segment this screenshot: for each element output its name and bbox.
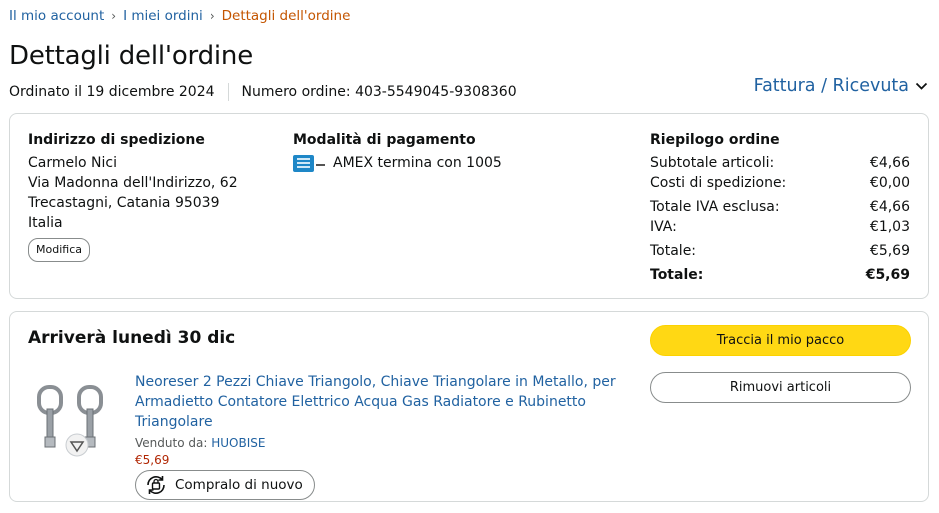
payment-heading: Modalità di pagamento <box>293 132 476 148</box>
summary-row-grand-total: Totale: €5,69 <box>650 265 910 285</box>
summary-row-subtotal: Subtotale articoli: €4,66 <box>650 153 910 173</box>
breadcrumb-my-account[interactable]: Il mio account <box>9 8 104 24</box>
payment-card-row: AMEX termina con 1005 <box>293 153 502 173</box>
track-package-button[interactable]: Traccia il mio pacco <box>650 325 911 356</box>
chevron-down-icon <box>915 82 928 91</box>
amex-card-icon <box>293 154 314 172</box>
shipping-address: Indirizzo di spedizione Carmelo Nici Via… <box>28 130 238 262</box>
order-number: Numero ordine: 403-5549045-9308360 <box>241 84 517 100</box>
summary-label: Costi di spedizione: <box>650 175 787 191</box>
card-decoration <box>316 164 325 168</box>
summary-row-vat: IVA: €1,03 <box>650 217 910 237</box>
product-title-link[interactable]: Neoreser 2 Pezzi Chiave Triangolo, Chiav… <box>135 372 635 432</box>
seller-link[interactable]: HUOBISE <box>211 436 265 450</box>
product-image[interactable] <box>35 379 120 464</box>
summary-label: Totale IVA esclusa: <box>650 199 780 215</box>
shipment-card: Arriverà lunedì 30 dic Traccia il mio pa… <box>9 311 929 502</box>
order-totals: Riepilogo ordine Subtotale articoli: €4,… <box>650 130 910 285</box>
order-meta: Ordinato il 19 dicembre 2024 Numero ordi… <box>9 82 517 102</box>
summary-value: €4,66 <box>869 155 910 171</box>
buy-again-button[interactable]: Compralo di nuovo <box>135 470 315 500</box>
summary-row-total: Totale: €5,69 <box>650 241 910 261</box>
summary-label: Totale: <box>650 243 697 259</box>
payment-card-text: AMEX termina con 1005 <box>333 155 502 171</box>
summary-row-net-total: Totale IVA esclusa: €4,66 <box>650 197 910 217</box>
breadcrumb-current: Dettagli dell'ordine <box>221 8 351 24</box>
shipping-name: Carmelo Nici <box>28 155 117 171</box>
buy-again-label: Compralo di nuovo <box>175 477 303 493</box>
order-date: Ordinato il 19 dicembre 2024 <box>9 84 215 100</box>
arrival-date: Arriverà lunedì 30 dic <box>28 328 236 348</box>
summary-label: IVA: <box>650 219 677 235</box>
summary-label: Totale: <box>650 267 704 283</box>
rebuy-icon <box>144 473 168 497</box>
sold-by: Venduto da: HUOBISE <box>135 436 635 450</box>
summary-value: €1,03 <box>869 219 910 235</box>
invoice-label: Fattura / Ricevuta <box>753 76 909 96</box>
product-info: Neoreser 2 Pezzi Chiave Triangolo, Chiav… <box>135 372 635 501</box>
summary-row-shipping: Costi di spedizione: €0,00 <box>650 173 910 193</box>
summary-value: €5,69 <box>869 243 910 259</box>
breadcrumb-separator: › <box>111 9 117 23</box>
summary-value: €4,66 <box>869 199 910 215</box>
breadcrumb: Il mio account › I miei ordini › Dettagl… <box>9 8 350 24</box>
summary-value: €5,69 <box>865 267 910 283</box>
modify-address-button[interactable]: Modifica <box>28 238 90 262</box>
payment-method: Modalità di pagamento AMEX termina con 1… <box>293 130 502 173</box>
product-price: €5,69 <box>135 453 170 467</box>
remove-items-button[interactable]: Rimuovi articoli <box>650 372 911 403</box>
shipping-country: Italia <box>28 215 63 231</box>
shipping-heading: Indirizzo di spedizione <box>28 132 205 148</box>
breadcrumb-my-orders[interactable]: I miei ordini <box>123 8 203 24</box>
meta-divider <box>227 83 229 101</box>
order-summary-card: Indirizzo di spedizione Carmelo Nici Via… <box>9 113 929 299</box>
summary-value: €0,00 <box>869 175 910 191</box>
page-title: Dettagli dell'ordine <box>9 41 253 71</box>
summary-label: Subtotale articoli: <box>650 155 775 171</box>
invoice-dropdown[interactable]: Fattura / Ricevuta <box>754 76 928 96</box>
breadcrumb-separator: › <box>209 9 215 23</box>
summary-heading: Riepilogo ordine <box>650 132 780 148</box>
sold-by-label: Venduto da: <box>135 436 208 450</box>
shipping-city: Trecastagni, Catania 95039 <box>28 195 220 211</box>
shipping-street: Via Madonna dell'Indirizzo, 62 <box>28 175 238 191</box>
